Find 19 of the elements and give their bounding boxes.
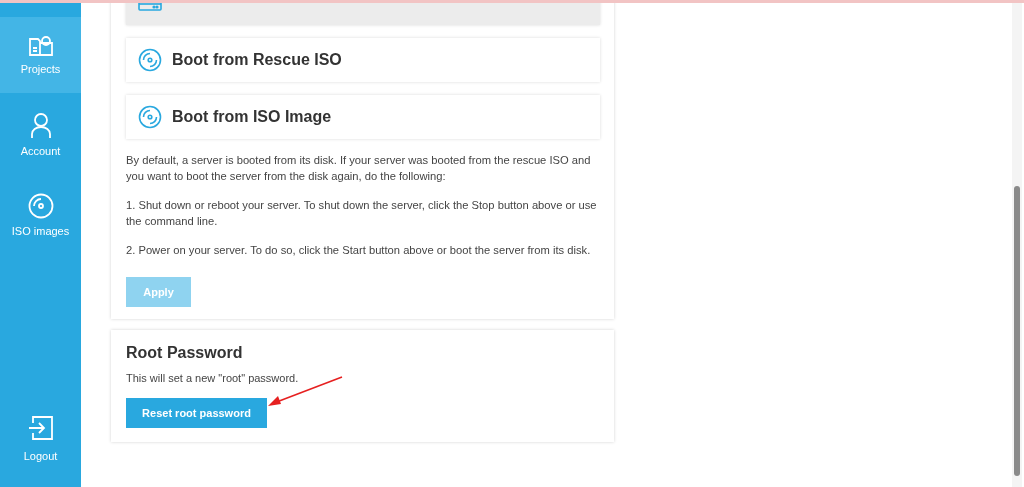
lightbulb-board-icon <box>27 35 54 57</box>
scrollbar[interactable] <box>1012 3 1022 487</box>
logout-icon <box>27 416 54 440</box>
description-text: 2. Power on your server. To do so, click the Start button above or boot the server from its disk. <box>126 243 592 258</box>
logout-button[interactable]: Logout <box>0 401 81 477</box>
disc-icon <box>138 48 162 72</box>
disc-icon <box>27 193 54 219</box>
description-text: This will set a new "root" password. <box>126 372 300 384</box>
sidebar-item[interactable]: Projects <box>0 17 81 93</box>
description-text: By default, a server is booted from its disk. If your server was booted from the rescue ISO and you want to boot the server from the disk again, do the following: <box>126 153 592 184</box>
disc-icon <box>138 105 162 129</box>
sidebar-item[interactable]: ISO images <box>0 177 81 253</box>
reset-password-button[interactable]: Reset root password <box>126 398 267 428</box>
user-icon <box>30 113 51 139</box>
sidebar-item[interactable]: Account <box>0 97 81 173</box>
card-title: Root Password <box>126 344 244 362</box>
boot-option[interactable]: Boot from Rescue ISO <box>126 38 600 82</box>
boot-option[interactable]: Boot from ISO Image <box>126 95 600 139</box>
description-text: 1. Shut down or reboot your server. To shut down the server, click the Stop button above or use the command line. <box>126 198 598 229</box>
